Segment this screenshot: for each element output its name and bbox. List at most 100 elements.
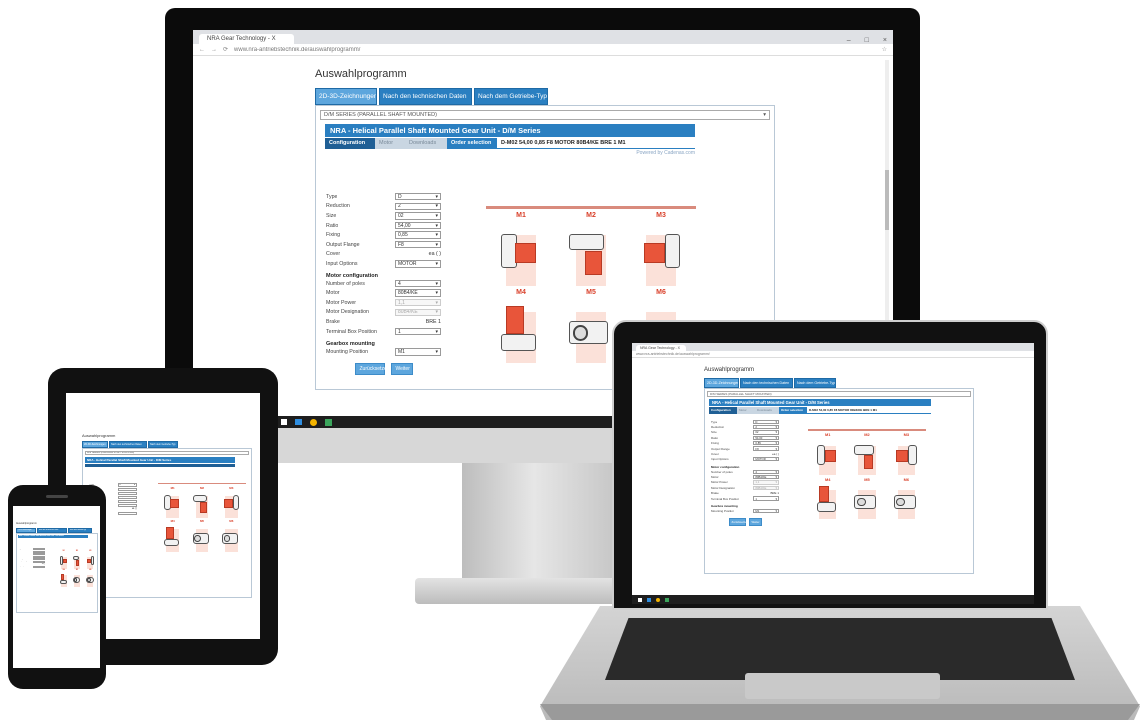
phone-mount-cell-m2[interactable]: M2	[70, 551, 83, 569]
tab-2d-3d-drawings[interactable]: 2D-3D-Zeichnungen	[315, 88, 377, 105]
laptop-mount-cell-m6[interactable]: M6	[887, 477, 926, 521]
laptop-mount-cell-m4[interactable]: M4	[808, 477, 847, 521]
laptop-mount-cell-m1[interactable]: M1	[808, 432, 847, 476]
phone-field-select[interactable]: F8 ▾	[33, 560, 45, 563]
tablet-field-select[interactable]: D ▾	[117, 483, 137, 487]
desktop-mount-cell-m3[interactable]: M3	[626, 212, 696, 289]
tablet-field-select[interactable]: 2 ▾	[117, 487, 137, 491]
tab-technical-data[interactable]: Nach den technischen Daten	[379, 88, 472, 105]
laptop-field-select[interactable]: D ▾	[753, 419, 779, 424]
laptop-address-field[interactable]: www.nra-antriebstechnik.de/auswahlprogra…	[636, 352, 1030, 356]
desktop-dropdown-arrow-icon: ▾	[435, 212, 438, 219]
desktop-field-select[interactable]: D ▾	[395, 193, 441, 201]
tablet-field-select[interactable]: 02 ▾	[117, 491, 137, 495]
desktop-field-select[interactable]: 02 ▾	[395, 212, 441, 220]
reload-icon[interactable]: ⟳	[223, 46, 228, 53]
laptop-field-select[interactable]: M1 ▾	[753, 508, 779, 513]
desktop-mount-cell-m1[interactable]: M1	[486, 212, 556, 289]
laptop-series-select[interactable]: D/M SERIES (PARALLEL SHAFT MOUNTED)	[707, 391, 971, 397]
desktop-field-select[interactable]: F8 ▾	[395, 241, 441, 249]
browser-tab[interactable]: NRA Gear Technology - X	[199, 34, 294, 44]
desktop-field-select[interactable]: MOTOR ▾	[395, 260, 441, 268]
laptop-field-select[interactable]: 02 ▾	[753, 430, 779, 435]
laptop-field-select[interactable]: 4 ▾	[753, 469, 779, 474]
tablet-field-select[interactable]: F8 ▾	[117, 503, 137, 507]
laptop-subtab-configuration[interactable]: Configuration	[709, 407, 737, 414]
tablet-mount-cell-m1[interactable]: M1	[158, 486, 187, 520]
star-icon[interactable]: ☆	[882, 46, 887, 53]
laptop-tab-2d-3d[interactable]: 2D-3D-Zeichnungen	[704, 378, 739, 388]
phone-mount-cell-m1[interactable]: M1	[57, 551, 70, 569]
desktop-field-select[interactable]: 4 ▾	[395, 279, 441, 288]
laptop-field-select[interactable]: 80B4/KE ▾	[753, 474, 779, 480]
desktop-mount-cell-m2[interactable]: M2	[556, 212, 626, 289]
laptop-field-select[interactable]: 54,00 ▾	[753, 435, 779, 440]
back-arrow-icon[interactable]: ←	[199, 47, 205, 53]
tablet-tab-2d-3d[interactable]: 2D-3D-Zeichnungen	[82, 441, 108, 448]
laptop-tab-technical[interactable]: Nach den technischen Daten	[740, 378, 793, 388]
tab-gear-type[interactable]: Nach dem Getriebe-Typ	[474, 88, 548, 105]
laptop-start-icon[interactable]	[638, 597, 642, 602]
maximize-button[interactable]: □	[865, 37, 869, 44]
phone-mount-cell-m5[interactable]: M5	[70, 570, 83, 588]
app-icon[interactable]	[325, 418, 332, 426]
phone-panel: NRA - Helical Parallel Shaft Mounted Gea…	[16, 533, 98, 613]
desktop-field-select[interactable]: 1 ▾	[395, 327, 441, 336]
laptop-tab-type[interactable]: Nach dem Getriebe-Typ	[794, 378, 836, 388]
tablet-mount-cell-m2[interactable]: M2	[187, 486, 216, 520]
desktop-field-select[interactable]: M1 ▾	[395, 348, 441, 356]
subtab-configuration[interactable]: Configuration	[325, 138, 375, 149]
scrollbar-thumb[interactable]	[885, 170, 889, 230]
tablet-mount-cell-m6[interactable]: M6	[217, 519, 246, 553]
laptop-field-select[interactable]: 1 ▾	[753, 496, 779, 501]
powered-by[interactable]: Powered by Cadenas.com	[325, 150, 695, 156]
tablet-field-select[interactable]: 0,85 ▾	[117, 499, 137, 503]
tablet-tab-type[interactable]: Nach dem Getriebe-Typ	[148, 441, 178, 448]
close-button[interactable]: ×	[883, 37, 887, 44]
minimize-button[interactable]: –	[847, 37, 851, 44]
tablet-field-select[interactable]: MOTOR ▾	[117, 511, 137, 515]
tablet-field-select[interactable]: 54,00 ▾	[117, 495, 137, 499]
desktop-mount-cell-m4[interactable]: M4	[486, 289, 556, 366]
laptop-mount-cell-m5[interactable]: M5	[847, 477, 886, 521]
laptop-field-select[interactable]: MOTOR ▾	[753, 457, 779, 462]
desktop-field-select[interactable]: 54,00 ▾	[395, 221, 441, 230]
phone-mount-cell-m3[interactable]: M3	[84, 551, 97, 569]
address-field[interactable]: www.nra-antriebstechnik.de/auswahlprogra…	[234, 47, 882, 53]
subtab-motor[interactable]: Motor	[375, 138, 405, 149]
laptop-mount-cell-m3[interactable]: M3	[887, 432, 926, 476]
phone-mount-cell-m4[interactable]: M4	[57, 570, 70, 588]
desktop-field-select[interactable]: 0,85 ▾	[395, 231, 441, 239]
chrome-icon[interactable]	[310, 418, 317, 426]
laptop-field-select[interactable]: F8 ▾	[753, 446, 779, 451]
tablet-mount-cell-m5[interactable]: M5	[187, 519, 216, 553]
folder-icon[interactable]	[295, 419, 302, 425]
tablet-mount-cell-m3[interactable]: M3	[217, 486, 246, 520]
laptop-folder-icon[interactable]	[647, 597, 651, 602]
laptop-field-select[interactable]: 2 ▾	[753, 424, 779, 430]
laptop-reset-button[interactable]: Zurücksetzen	[728, 517, 748, 526]
forward-arrow-icon[interactable]: →	[211, 47, 217, 53]
desktop-field-select[interactable]: 80B4/KE ▾	[395, 289, 441, 297]
phone-field-select[interactable]: MOTOR ▾	[33, 565, 45, 568]
laptop-next-button[interactable]: Weiter	[748, 517, 762, 526]
tablet-mount-cell-m4[interactable]: M4	[158, 519, 187, 553]
laptop-mount-cell-m2[interactable]: M2	[847, 432, 886, 476]
next-button[interactable]: Weiter	[390, 362, 413, 375]
laptop-subtab-motor[interactable]: Motor	[737, 407, 755, 414]
subtab-downloads[interactable]: Downloads	[405, 138, 447, 149]
reset-button[interactable]: Zurücksetzen	[354, 362, 390, 375]
desktop-field-label: Ratio	[326, 222, 339, 229]
desktop-url-bar: ← → ⟳ www.nra-antriebstechnik.de/auswahl…	[193, 44, 893, 56]
tablet-series-select[interactable]: D/M SERIES (PARALLEL SHAFT MOUNTED)	[85, 451, 249, 455]
tablet-tab-technical[interactable]: Nach den technischen Daten	[109, 441, 147, 448]
desktop-field-select[interactable]: 2 ▾	[395, 202, 441, 211]
laptop-chrome-icon[interactable]	[656, 597, 660, 602]
laptop-browser-tab[interactable]: NRA Gear Technology - X	[636, 345, 686, 351]
laptop-subtab-downloads[interactable]: Downloads	[755, 407, 779, 414]
series-select[interactable]: D/M SERIES (PARALLEL SHAFT MOUNTED) ▾	[320, 110, 770, 120]
laptop-app-icon[interactable]	[665, 597, 669, 602]
laptop-field-select[interactable]: 0,85 ▾	[753, 441, 779, 446]
phone-mount-cell-m6[interactable]: M6	[84, 570, 97, 588]
task-view-icon[interactable]	[281, 419, 287, 425]
